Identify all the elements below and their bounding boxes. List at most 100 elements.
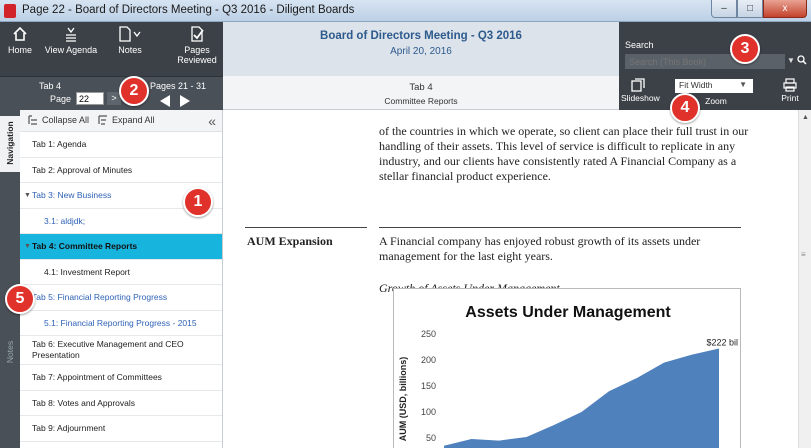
nav-item-label: Tab 1: Agenda — [32, 139, 87, 150]
expanded-triangle-icon[interactable]: ▼ — [24, 192, 31, 199]
notes-button[interactable]: Notes — [110, 26, 150, 55]
nav-item-label: Tab 7: Appointment of Committees — [32, 372, 162, 383]
pages-range: Pages 21 - 31 — [150, 81, 207, 91]
tab-navigation[interactable]: Navigation — [0, 116, 20, 172]
expand-all-button[interactable]: Expand All — [98, 115, 155, 125]
nav-item-label: Tab 3: New Business — [32, 190, 112, 201]
page-label: Page — [50, 94, 72, 104]
view-agenda-button[interactable]: View Agenda — [44, 26, 98, 55]
maximize-button[interactable]: □ — [737, 0, 763, 18]
section-tab-label: Tab 4 — [409, 82, 433, 93]
collapse-all-label: Collapse All — [42, 115, 90, 125]
close-button[interactable]: x — [763, 0, 807, 18]
section-divider — [379, 227, 741, 228]
current-tab-indicator: Tab 4 — [38, 81, 62, 91]
zoom-select[interactable]: Fit Width ▼ — [675, 79, 753, 93]
home-button[interactable]: Home — [6, 26, 34, 55]
agenda-icon — [66, 27, 76, 42]
notes-icon — [119, 26, 141, 42]
nav-item-tab-5[interactable]: ▼Tab 5: Financial Reporting Progress — [20, 285, 222, 311]
window-controls: – □ x — [711, 0, 807, 18]
nav-item-label: Tab 2: Approval of Minutes — [32, 164, 133, 175]
chevron-down-icon: ▼ — [739, 80, 747, 89]
nav-item-4-1[interactable]: 4.1: Investment Report — [20, 260, 222, 285]
notes-label: Notes — [118, 45, 142, 55]
tree-controls: Collapse All Expand All « — [20, 110, 222, 132]
aum-chart: Assets Under Management AUM (USD, billio… — [393, 288, 741, 448]
nav-item-label: Tab 6: Executive Management and CEO Pres… — [32, 339, 184, 360]
nav-item-tab-4[interactable]: ▼ Tab 4: Committee Reports — [20, 234, 222, 260]
tab-notes[interactable]: Notes — [0, 330, 20, 376]
previous-page-icon[interactable] — [160, 95, 170, 107]
search-icon[interactable] — [797, 55, 807, 65]
slideshow-label: Slideshow — [621, 93, 660, 103]
chart-title: Assets Under Management — [465, 304, 671, 321]
vertical-scrollbar[interactable]: ▲ ≡ — [798, 110, 811, 448]
window-title: Page 22 - Board of Directors Meeting - Q… — [22, 4, 355, 16]
expanded-triangle-icon[interactable]: ▼ — [24, 243, 31, 250]
print-label: Print — [781, 93, 799, 103]
nav-item-tab-7[interactable]: Tab 7: Appointment of Committees — [20, 365, 222, 391]
app-logo-icon — [4, 4, 16, 18]
expand-all-label: Expand All — [112, 115, 155, 125]
callout-1: 1 — [183, 187, 213, 217]
main-toolbar: Home View Agenda Notes Pages Reviewed — [0, 22, 223, 76]
nav-item-tab-8[interactable]: Tab 8: Votes and Approvals — [20, 391, 222, 416]
nav-item-tab-9[interactable]: Tab 9: Adjournment — [20, 416, 222, 442]
side-tabs: Navigation Notes — [0, 110, 20, 448]
search-scope-dropdown-icon[interactable]: ▼ — [787, 56, 795, 65]
expand-all-icon — [98, 115, 107, 125]
home-icon — [13, 26, 27, 41]
nav-item-tab-1[interactable]: Tab 1: Agenda — [20, 132, 222, 158]
collapse-all-button[interactable]: Collapse All — [28, 115, 89, 125]
nav-item-5-1[interactable]: 5.1: Financial Reporting Progress - 2015 — [20, 311, 222, 336]
section-header: Tab 4 Committee Reports — [223, 76, 619, 110]
collapse-panel-icon[interactable]: « — [208, 113, 216, 129]
section-divider — [245, 227, 367, 228]
view-agenda-label: View Agenda — [44, 45, 98, 55]
chart-y-axis-label: AUM (USD, billions) — [398, 357, 408, 442]
window-titlebar: Page 22 - Board of Directors Meeting - Q… — [0, 0, 811, 22]
callout-2: 2 — [119, 76, 149, 106]
page-number-input[interactable] — [76, 92, 104, 105]
pages-reviewed-button[interactable]: Pages Reviewed — [176, 26, 218, 65]
chart-annotation: $222 bil — [706, 338, 738, 348]
scroll-up-icon[interactable]: ▲ — [802, 114, 809, 121]
minimize-button[interactable]: – — [711, 0, 737, 18]
callout-5: 5 — [5, 284, 35, 314]
nav-item-label: 3.1: aldjdk; — [44, 215, 86, 226]
section-title: Committee Reports — [384, 96, 458, 106]
view-tools: Slideshow Fit Width ▼ Zoom Print — [619, 76, 811, 110]
zoom-value: Fit Width — [679, 80, 713, 90]
nav-item-label: Tab 5: Financial Reporting Progress — [32, 292, 168, 303]
aum-chart-svg: Assets Under Management AUM (USD, billio… — [398, 304, 738, 448]
meeting-header: Board of Directors Meeting - Q3 2016 Apr… — [223, 22, 619, 76]
slideshow-button[interactable]: Slideshow — [621, 78, 660, 103]
nav-item-label: Tab 4: Committee Reports — [32, 241, 138, 252]
callout-4: 4 — [670, 93, 700, 123]
chart-area-series — [444, 348, 719, 448]
scroll-grip-icon[interactable]: ≡ — [801, 250, 806, 259]
next-page-icon[interactable] — [180, 95, 190, 107]
nav-item-tab-6[interactable]: Tab 6: Executive Management and CEO Pres… — [20, 336, 222, 365]
chart-y-tick-label: 50 — [426, 433, 436, 443]
navigation-panel: Collapse All Expand All « Tab 1: Agenda … — [20, 110, 223, 448]
page-navigation-bar: Tab 4 Page > Pages 21 - 31 — [0, 76, 223, 110]
pages-reviewed-icon — [191, 26, 204, 42]
tab-navigation-label: Navigation — [5, 121, 15, 165]
chart-y-tick-label: 250 — [421, 329, 436, 339]
print-icon — [783, 78, 797, 92]
chart-y-tick-label: 200 — [421, 355, 436, 365]
nav-item-label: Tab 8: Votes and Approvals — [32, 397, 136, 408]
collapse-all-icon — [28, 115, 37, 125]
document-paragraph: of the countries in which we operate, so… — [379, 124, 749, 183]
print-button[interactable]: Print — [775, 78, 805, 103]
pages-reviewed-label: Pages Reviewed — [177, 45, 217, 65]
document-viewer[interactable]: of the countries in which we operate, so… — [223, 110, 798, 448]
nav-item-tab-2[interactable]: Tab 2: Approval of Minutes — [20, 158, 222, 183]
search-input[interactable] — [625, 54, 785, 69]
chart-y-tick-label: 100 — [421, 407, 436, 417]
nav-item-label: 5.1: Financial Reporting Progress - 2015 — [44, 317, 197, 328]
search-label: Search — [625, 40, 654, 50]
section-heading: AUM Expansion — [247, 234, 333, 248]
